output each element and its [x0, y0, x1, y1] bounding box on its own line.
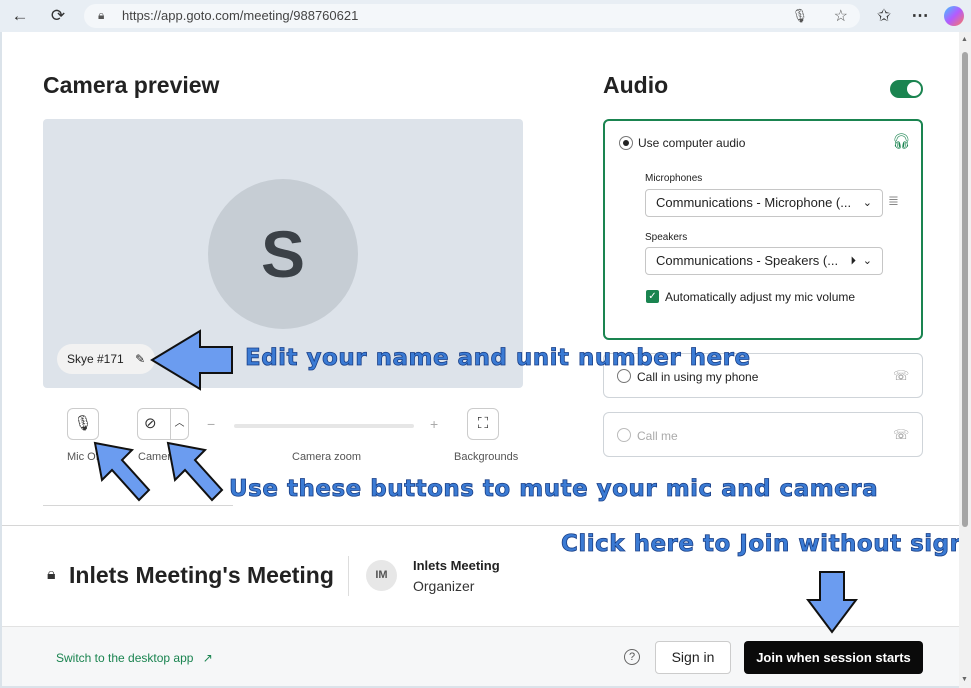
call-me-label: Call me	[637, 429, 678, 443]
lock-icon: 🔒︎	[47, 566, 56, 583]
organizer-role: Organizer	[413, 578, 475, 594]
scroll-up-icon[interactable]: ▲	[961, 36, 968, 43]
join-button[interactable]: Join when session starts	[744, 641, 923, 674]
camera-preview-heading: Camera preview	[43, 72, 220, 98]
audio-toggle[interactable]	[890, 80, 923, 98]
call-in-radio[interactable]	[617, 369, 631, 383]
auto-adjust-checkbox[interactable]: ✓	[646, 290, 659, 303]
microphone-value: Communications - Microphone (...	[656, 195, 852, 210]
desktop-app-link[interactable]: Switch to the desktop app ↗	[56, 651, 213, 665]
organizer-avatar: IM	[366, 560, 397, 591]
sign-in-button[interactable]: Sign in	[655, 641, 731, 674]
external-link-icon: ↗	[202, 651, 213, 665]
audio-heading: Audio	[603, 72, 669, 98]
scrollbar[interactable]: ▲ ▼	[959, 32, 971, 688]
annotation-join-tip: Click here to Join without signing in	[561, 531, 959, 558]
arrow-down-icon	[806, 571, 858, 634]
scroll-down-icon[interactable]: ▼	[961, 676, 968, 683]
chevron-down-icon: ⌄	[862, 197, 872, 209]
camera-button[interactable]: ⊘ ︿	[137, 408, 189, 440]
computer-audio-panel[interactable]: Use computer audio 🎧︎ Microphones Commun…	[603, 119, 923, 340]
mic-off-button[interactable]: 🎙︎	[67, 408, 99, 440]
display-name: Skye #171	[67, 352, 124, 366]
camera-zoom-slider[interactable]	[234, 424, 414, 428]
camera-zoom-label: Camera zoom	[292, 451, 362, 463]
annotation-buttons-tip: Use these buttons to mute your mic and c…	[229, 476, 879, 503]
headset-icon: 🎧︎	[892, 133, 912, 150]
mic-off-icon: 🎙︎	[73, 415, 93, 432]
mic-level-icon: ≣	[888, 193, 899, 208]
zoom-out-icon[interactable]: −	[207, 416, 215, 432]
divider	[348, 556, 349, 596]
call-me-option[interactable]: Call me ☏	[603, 412, 923, 457]
lock-icon: 🔒︎	[98, 8, 105, 22]
chevron-down-icon: ⌄	[862, 255, 872, 267]
microphone-icon[interactable]: 🎙︎	[791, 8, 808, 24]
speakers-label: Speakers	[645, 232, 688, 243]
backgrounds-button[interactable]: ⛶	[467, 408, 499, 440]
edit-name-pill[interactable]: Skye #171 ✎	[57, 344, 156, 374]
backgrounds-icon: ⛶	[477, 415, 489, 432]
footer: Switch to the desktop app ↗ ? Sign in Jo…	[2, 626, 959, 686]
star-icon[interactable]: ☆	[834, 6, 848, 26]
speaker-value: Communications - Speakers (...	[656, 253, 839, 268]
scroll-thumb[interactable]	[962, 52, 968, 527]
meeting-title: Inlets Meeting's Meeting	[69, 562, 334, 588]
computer-audio-radio[interactable]	[619, 136, 633, 150]
annotation-name-tip: Edit your name and unit number here	[245, 345, 751, 372]
section-divider	[2, 525, 959, 526]
computer-audio-label: Use computer audio	[638, 136, 746, 150]
help-icon[interactable]: ?	[624, 649, 640, 665]
chevron-up-icon[interactable]: ︿	[170, 409, 188, 439]
microphone-select[interactable]: Communications - Microphone (... ⌄	[645, 189, 883, 217]
browser-toolbar: ← ⟳ 🔒︎ https://app.goto.com/meeting/9887…	[0, 0, 971, 32]
arrow-up-left-icon	[93, 441, 151, 502]
call-me-radio[interactable]	[617, 428, 631, 442]
refresh-icon[interactable]: ⟳	[48, 6, 68, 26]
zoom-in-icon[interactable]: +	[430, 416, 438, 432]
meeting-page: Camera preview S Skye #171 ✎ 🎙︎ Mic Off …	[2, 32, 959, 686]
phone-icon: ☏	[893, 427, 910, 442]
divider	[43, 505, 233, 506]
address-bar[interactable]: 🔒︎ https://app.goto.com/meeting/98876062…	[84, 4, 860, 28]
url-text: https://app.goto.com/meeting/988760621	[122, 8, 359, 23]
camera-off-icon: ⊘	[144, 415, 157, 432]
speaker-select[interactable]: Communications - Speakers (... ⏵ ⌄	[645, 247, 883, 275]
auto-adjust-label: Automatically adjust my mic volume	[665, 290, 856, 304]
favorites-icon[interactable]: ✩	[874, 6, 894, 26]
pencil-icon: ✎	[135, 352, 146, 366]
arrow-left-icon	[150, 329, 233, 391]
avatar: S	[208, 179, 358, 329]
play-test-icon[interactable]: ⏵	[851, 248, 857, 274]
desktop-app-label: Switch to the desktop app	[56, 651, 194, 665]
microphones-label: Microphones	[645, 173, 703, 184]
back-arrow-icon[interactable]: ←	[10, 6, 30, 26]
organizer-name: Inlets Meeting	[413, 558, 500, 573]
backgrounds-label: Backgrounds	[454, 451, 519, 463]
more-menu-icon[interactable]: ⋯	[910, 6, 930, 26]
call-in-label: Call in using my phone	[637, 370, 759, 384]
toggle-knob	[907, 82, 921, 96]
copilot-icon[interactable]	[944, 6, 964, 26]
phone-icon: ☏	[893, 368, 910, 383]
arrow-up-left-icon	[166, 441, 224, 502]
